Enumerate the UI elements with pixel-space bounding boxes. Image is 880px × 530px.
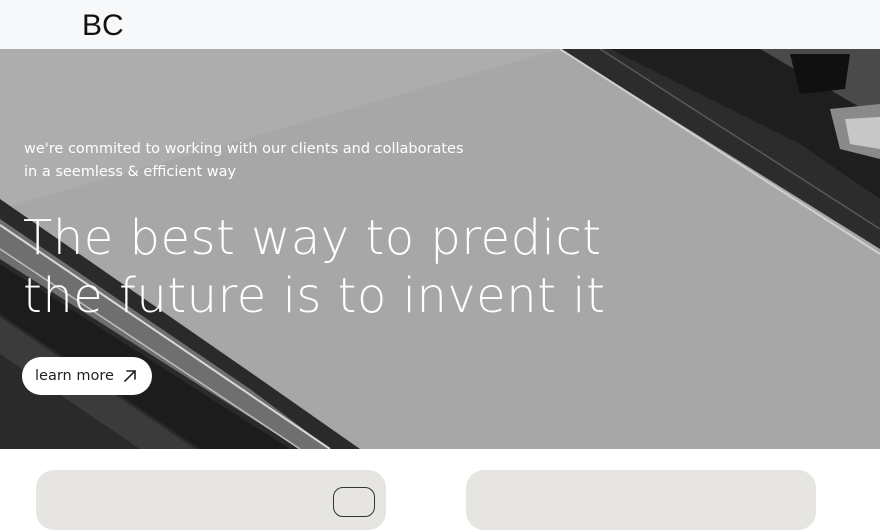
logo[interactable]: BC xyxy=(82,9,124,43)
arrow-up-right-icon xyxy=(124,370,136,382)
learn-more-label: learn more xyxy=(35,368,114,384)
service-card-left[interactable] xyxy=(36,470,386,530)
hero-headline-line-2: the future is to invent it xyxy=(23,268,606,324)
hero-section: we're commited to working with our clien… xyxy=(0,49,880,449)
hero-headline: The best way to predict the future is to… xyxy=(23,209,643,325)
hero-tagline-line-1: we're commited to working with our clien… xyxy=(24,141,464,157)
learn-more-button[interactable]: learn more xyxy=(22,357,152,395)
hero-tagline-line-2: in a seemless & efficient way xyxy=(24,164,237,180)
hero-headline-line-1: The best way to predict xyxy=(23,210,602,266)
card-badge[interactable] xyxy=(333,487,375,517)
hero-tagline: we're commited to working with our clien… xyxy=(24,138,484,184)
site-header: BC xyxy=(0,0,880,49)
service-card-right[interactable] xyxy=(466,470,816,530)
